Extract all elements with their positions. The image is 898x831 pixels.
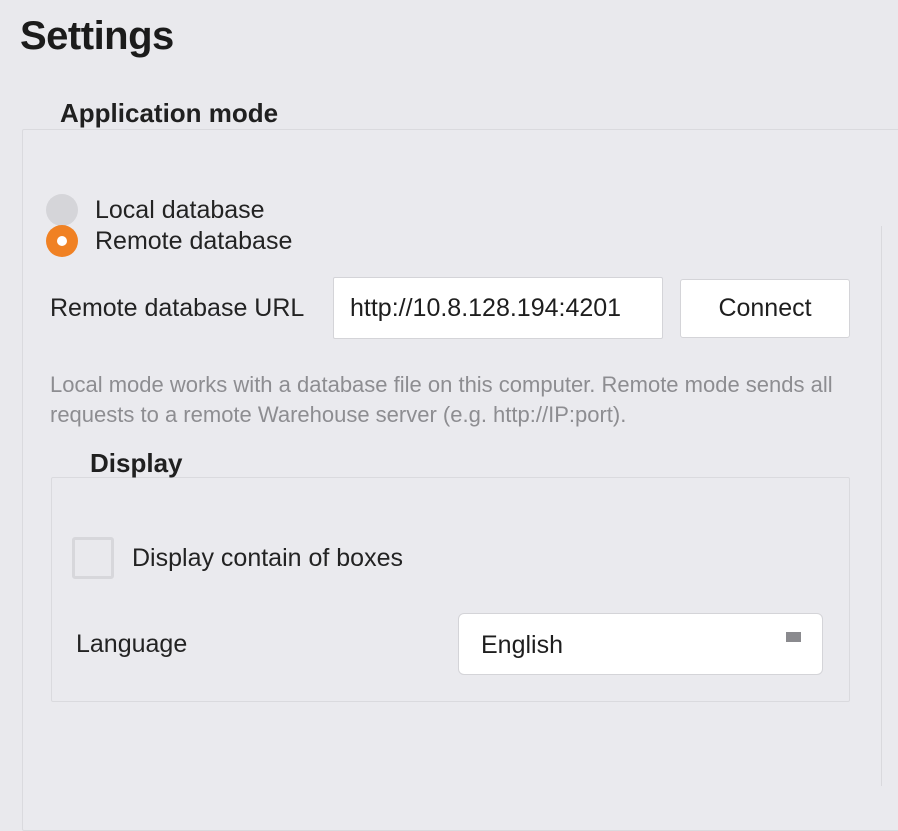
radio-local-database-label: Local database xyxy=(95,195,265,224)
display-group-label: Display xyxy=(90,448,183,478)
radio-remote-database[interactable]: Remote database xyxy=(46,225,292,257)
radio-remote-database-label: Remote database xyxy=(95,226,293,255)
panel-divider xyxy=(881,226,882,786)
show-box-contents-checkbox-row[interactable]: Display contain of boxes xyxy=(72,537,403,579)
show-box-contents-label: Display contain of boxes xyxy=(132,543,403,572)
language-select[interactable]: English xyxy=(458,613,823,675)
radio-local-database[interactable]: Local database xyxy=(46,194,265,226)
remote-url-input[interactable] xyxy=(333,277,663,339)
radio-selected-icon[interactable] xyxy=(46,225,78,257)
connect-button[interactable]: Connect xyxy=(680,279,850,338)
application-mode-label: Application mode xyxy=(60,98,279,128)
language-label: Language xyxy=(76,630,188,658)
show-box-contents-checkbox[interactable] xyxy=(72,537,114,579)
mode-help-text: Local mode works with a database file on… xyxy=(50,372,833,427)
chevron-down-icon xyxy=(786,632,801,642)
remote-url-label: Remote database URL xyxy=(50,294,305,322)
radio-dot-icon xyxy=(57,236,67,246)
language-selected-value: English xyxy=(481,631,563,659)
page-title: Settings xyxy=(20,14,174,58)
radio-unselected-icon[interactable] xyxy=(46,194,78,226)
